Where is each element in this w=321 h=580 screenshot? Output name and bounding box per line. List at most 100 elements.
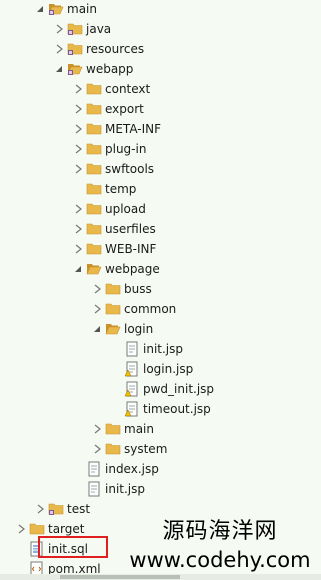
jsp-file-icon [86,481,102,497]
tree-item[interactable]: context [0,79,321,99]
tree-item[interactable]: swftools [0,159,321,179]
tree-item-label: plug-in [105,142,147,156]
folder-icon [86,201,102,217]
tree-item[interactable]: resources [0,39,321,59]
package-folder-icon [48,1,64,17]
tree-item[interactable]: timeout.jsp [0,399,321,419]
folder-icon [105,281,121,297]
tree-item[interactable]: init.jsp [0,339,321,359]
tree-item[interactable]: buss [0,279,321,299]
tree-item[interactable]: login.jsp [0,359,321,379]
collapse-arrow-icon[interactable] [34,3,46,15]
tree-item[interactable]: export [0,99,321,119]
tree-item-label: target [48,522,85,536]
package-folder-icon [67,61,83,77]
folder-icon [86,101,102,117]
tree-item[interactable]: java [0,19,321,39]
tree-item-label: login.jsp [143,362,194,376]
expand-arrow-icon[interactable] [53,23,65,35]
project-explorer-tree: main java resources webapp context export META… [0,0,321,580]
folder-icon [86,81,102,97]
tree-item-label: main [124,422,154,436]
expand-arrow-icon[interactable] [72,163,84,175]
tree-item[interactable]: main [0,0,321,19]
tree-item-label: temp [105,182,137,196]
tree-item-label: userfiles [105,222,156,236]
expand-arrow-icon[interactable] [72,203,84,215]
expand-arrow-icon[interactable] [72,143,84,155]
jsp-warning-file-icon [124,401,140,417]
collapse-arrow-icon[interactable] [72,263,84,275]
tree-item-label: index.jsp [105,462,159,476]
tree-item[interactable]: plug-in [0,139,321,159]
tree-item[interactable]: temp [0,179,321,199]
collapse-arrow-icon[interactable] [91,323,103,335]
tree-item[interactable]: webapp [0,59,321,79]
expand-arrow-icon[interactable] [53,43,65,55]
folder-icon [86,161,102,177]
folder-icon [86,241,102,257]
jsp-file-icon [86,461,102,477]
tree-item-label: resources [86,42,145,56]
tree-item[interactable]: userfiles [0,219,321,239]
collapse-arrow-icon[interactable] [53,63,65,75]
tree-item-label: WEB-INF [105,242,157,256]
folder-icon [86,261,102,277]
expand-arrow-icon[interactable] [72,103,84,115]
expand-arrow-icon[interactable] [72,243,84,255]
tree-item-label: test [67,502,91,516]
expand-arrow-icon[interactable] [91,423,103,435]
expand-arrow-icon[interactable] [72,83,84,95]
expand-arrow-icon[interactable] [34,503,46,515]
jsp-file-icon [124,341,140,357]
scrollbar-thumb[interactable] [60,575,180,579]
highlight-box [38,536,108,558]
tree-item[interactable]: WEB-INF [0,239,321,259]
tree-item-label: webapp [86,62,134,76]
expand-arrow-icon[interactable] [91,443,103,455]
tree-item-label: system [124,442,168,456]
tree-item[interactable]: META-INF [0,119,321,139]
tree-item-label: buss [124,282,152,296]
folder-icon [86,181,102,197]
tree-item[interactable]: upload [0,199,321,219]
folder-icon [105,321,121,337]
folder-icon [86,121,102,137]
expand-arrow-icon[interactable] [91,303,103,315]
tree-item[interactable]: webpage [0,259,321,279]
expand-arrow-icon[interactable] [72,123,84,135]
expand-arrow-icon[interactable] [72,223,84,235]
folder-icon [105,421,121,437]
tree-item-label: login [124,322,154,336]
tree-item-label: webpage [105,262,160,276]
package-folder-icon [67,41,83,57]
folder-icon [29,521,45,537]
tree-item-label: java [86,22,112,36]
tree-item-label: timeout.jsp [143,402,211,416]
tree-item-label: upload [105,202,146,216]
expand-arrow-icon[interactable] [91,283,103,295]
tree-item[interactable]: test [0,499,321,519]
tree-item[interactable]: index.jsp [0,459,321,479]
tree-item-label: export [105,102,144,116]
tree-item-label: META-INF [105,122,162,136]
tree-item-label: init.jsp [143,342,183,356]
folder-icon [86,141,102,157]
tree-item-label: main [67,2,97,16]
expand-arrow-icon[interactable] [15,523,27,535]
tree-item-label: init.jsp [105,482,145,496]
tree-item-label: swftools [105,162,155,176]
tree-item[interactable]: common [0,299,321,319]
folder-icon [86,221,102,237]
tree-item-label: pwd_init.jsp [143,382,215,396]
tree-item-label: context [105,82,151,96]
package-folder-icon [48,501,64,517]
tree-item[interactable]: login [0,319,321,339]
jsp-warning-file-icon [124,361,140,377]
tree-item[interactable]: main [0,419,321,439]
tree-item[interactable]: pwd_init.jsp [0,379,321,399]
tree-item[interactable]: init.jsp [0,479,321,499]
tree-item-label: common [124,302,177,316]
tree-item[interactable]: system [0,439,321,459]
folder-icon [105,441,121,457]
